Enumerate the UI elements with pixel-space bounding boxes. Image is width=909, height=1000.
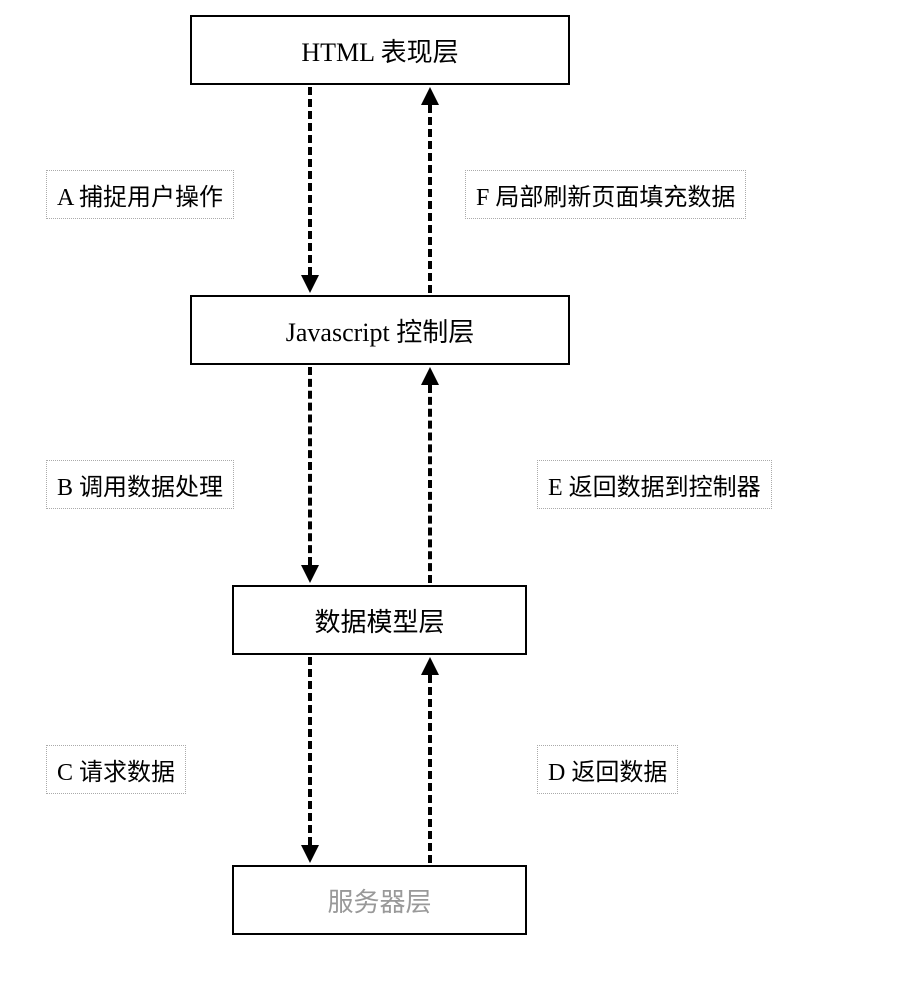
layer-server: 服务器层 (232, 865, 527, 935)
label-c: C 请求数据 (46, 745, 186, 794)
label-e: E 返回数据到控制器 (537, 460, 772, 509)
label-f: F 局部刷新页面填充数据 (465, 170, 746, 219)
layer-js: Javascript 控制层 (190, 295, 570, 365)
label-a: A 捕捉用户操作 (46, 170, 234, 219)
label-b: B 调用数据处理 (46, 460, 234, 509)
label-d: D 返回数据 (537, 745, 678, 794)
layer-model: 数据模型层 (232, 585, 527, 655)
layer-html: HTML 表现层 (190, 15, 570, 85)
